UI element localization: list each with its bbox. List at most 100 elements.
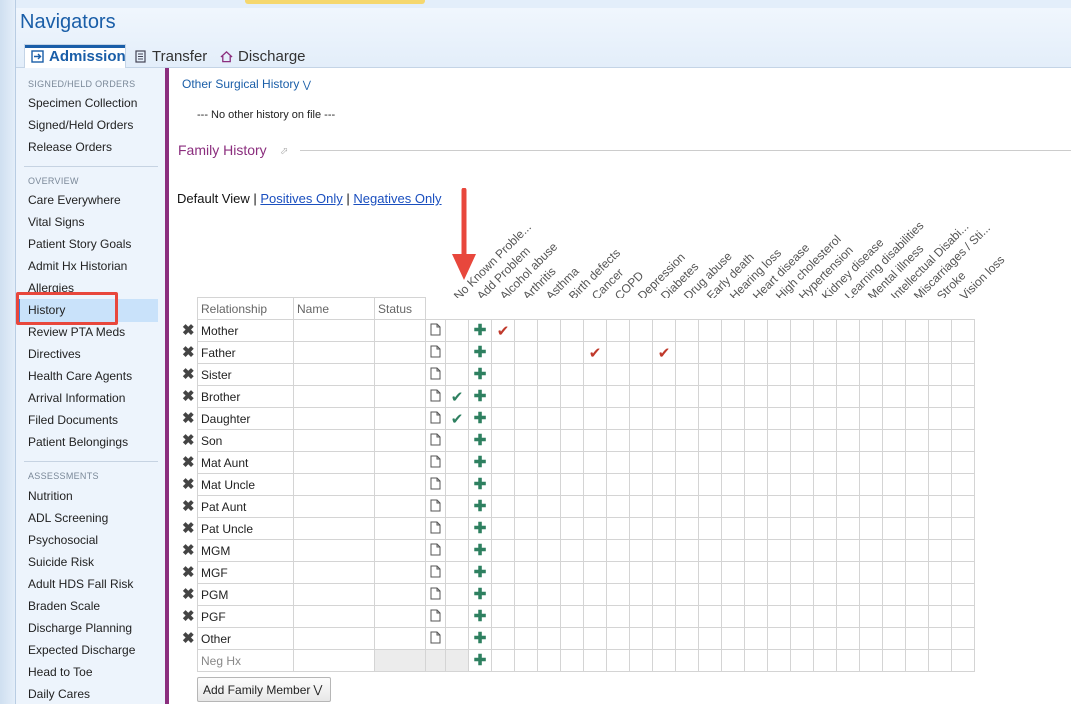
condition-cell[interactable] — [606, 539, 630, 562]
condition-cell[interactable] — [767, 341, 791, 364]
condition-cell[interactable] — [560, 473, 584, 496]
condition-cell[interactable] — [675, 473, 699, 496]
sidebar-item-adl-screening[interactable]: ADL Screening — [28, 511, 108, 525]
condition-cell[interactable] — [491, 495, 515, 518]
condition-cell[interactable] — [813, 385, 837, 408]
condition-cell[interactable] — [767, 627, 791, 650]
condition-cell[interactable] — [744, 429, 768, 452]
condition-cell[interactable] — [537, 385, 561, 408]
other-surgical-history-link[interactable]: Other Surgical History ⋁ — [182, 77, 311, 91]
condition-cell[interactable] — [951, 341, 975, 364]
condition-cell[interactable] — [836, 429, 860, 452]
no-known-problems-cell[interactable] — [445, 319, 469, 342]
condition-cell[interactable] — [744, 407, 768, 430]
condition-cell[interactable] — [629, 627, 653, 650]
condition-cell[interactable] — [721, 341, 745, 364]
condition-cell[interactable] — [859, 319, 883, 342]
condition-cell[interactable] — [629, 407, 653, 430]
remove-row-icon[interactable]: ✖ — [182, 431, 195, 449]
no-known-problems-cell[interactable] — [445, 605, 469, 628]
condition-cell[interactable] — [560, 539, 584, 562]
condition-cell[interactable] — [514, 451, 538, 474]
add-problem-button[interactable]: ✚ — [468, 451, 492, 474]
condition-cell[interactable] — [606, 627, 630, 650]
condition-cell[interactable] — [514, 429, 538, 452]
status-cell[interactable] — [374, 517, 426, 540]
condition-cell[interactable] — [767, 319, 791, 342]
condition-cell[interactable] — [606, 451, 630, 474]
condition-cell[interactable] — [836, 605, 860, 628]
condition-cell[interactable] — [514, 319, 538, 342]
condition-cell[interactable] — [905, 429, 929, 452]
condition-cell[interactable] — [560, 583, 584, 606]
document-button[interactable] — [425, 561, 446, 584]
condition-cell[interactable] — [514, 561, 538, 584]
condition-cell[interactable] — [606, 605, 630, 628]
condition-cell[interactable] — [928, 561, 952, 584]
condition-cell[interactable] — [537, 495, 561, 518]
condition-cell[interactable] — [859, 627, 883, 650]
condition-cell[interactable] — [537, 539, 561, 562]
condition-cell[interactable] — [928, 627, 952, 650]
condition-cell[interactable] — [606, 517, 630, 540]
condition-cell[interactable] — [767, 605, 791, 628]
condition-cell[interactable] — [790, 649, 814, 672]
condition-cell[interactable] — [790, 319, 814, 342]
condition-cell[interactable] — [675, 605, 699, 628]
no-known-problems-cell[interactable] — [445, 517, 469, 540]
condition-cell[interactable] — [606, 407, 630, 430]
condition-cell[interactable] — [698, 319, 722, 342]
condition-cell[interactable] — [859, 385, 883, 408]
condition-cell[interactable] — [537, 363, 561, 386]
status-cell[interactable] — [374, 407, 426, 430]
condition-cell[interactable] — [560, 517, 584, 540]
condition-cell[interactable] — [652, 605, 676, 628]
sidebar-item-suicide-risk[interactable]: Suicide Risk — [28, 555, 94, 569]
condition-cell[interactable] — [675, 627, 699, 650]
condition-cell[interactable] — [744, 605, 768, 628]
remove-row-icon[interactable]: ✖ — [182, 607, 195, 625]
condition-cell[interactable] — [951, 407, 975, 430]
condition-cell[interactable] — [560, 429, 584, 452]
condition-cell[interactable] — [560, 561, 584, 584]
condition-cell[interactable] — [905, 605, 929, 628]
condition-cell[interactable] — [928, 605, 952, 628]
condition-cell[interactable] — [514, 627, 538, 650]
condition-cell[interactable] — [583, 319, 607, 342]
status-cell[interactable] — [374, 539, 426, 562]
condition-cell[interactable] — [951, 319, 975, 342]
condition-cell[interactable] — [629, 517, 653, 540]
no-known-problems-cell[interactable] — [445, 451, 469, 474]
condition-cell[interactable] — [928, 341, 952, 364]
condition-cell[interactable] — [537, 561, 561, 584]
condition-cell[interactable] — [905, 319, 929, 342]
condition-cell[interactable] — [836, 385, 860, 408]
condition-cell[interactable] — [721, 319, 745, 342]
condition-cell[interactable] — [836, 319, 860, 342]
sidebar-item-specimen-collection[interactable]: Specimen Collection — [28, 96, 137, 110]
name-cell[interactable] — [293, 495, 375, 518]
condition-cell[interactable] — [951, 385, 975, 408]
condition-cell[interactable] — [928, 385, 952, 408]
condition-cell[interactable] — [698, 363, 722, 386]
condition-cell[interactable] — [491, 627, 515, 650]
condition-cell[interactable] — [744, 627, 768, 650]
no-known-problems-cell[interactable] — [445, 627, 469, 650]
name-cell[interactable] — [293, 429, 375, 452]
condition-cell[interactable] — [951, 561, 975, 584]
condition-cell[interactable] — [514, 539, 538, 562]
condition-cell[interactable] — [882, 495, 906, 518]
condition-cell[interactable] — [491, 583, 515, 606]
condition-cell[interactable] — [491, 649, 515, 672]
condition-cell[interactable] — [882, 649, 906, 672]
sidebar-item-allergies[interactable]: Allergies — [28, 281, 74, 295]
sidebar-item-care-everywhere[interactable]: Care Everywhere — [28, 193, 121, 207]
add-problem-button[interactable]: ✚ — [468, 473, 492, 496]
status-cell[interactable] — [374, 561, 426, 584]
condition-cell[interactable] — [514, 583, 538, 606]
condition-cell[interactable] — [698, 407, 722, 430]
remove-row-icon[interactable]: ✖ — [182, 387, 195, 405]
condition-cell[interactable] — [721, 451, 745, 474]
condition-cell[interactable] — [859, 407, 883, 430]
condition-cell[interactable] — [951, 649, 975, 672]
